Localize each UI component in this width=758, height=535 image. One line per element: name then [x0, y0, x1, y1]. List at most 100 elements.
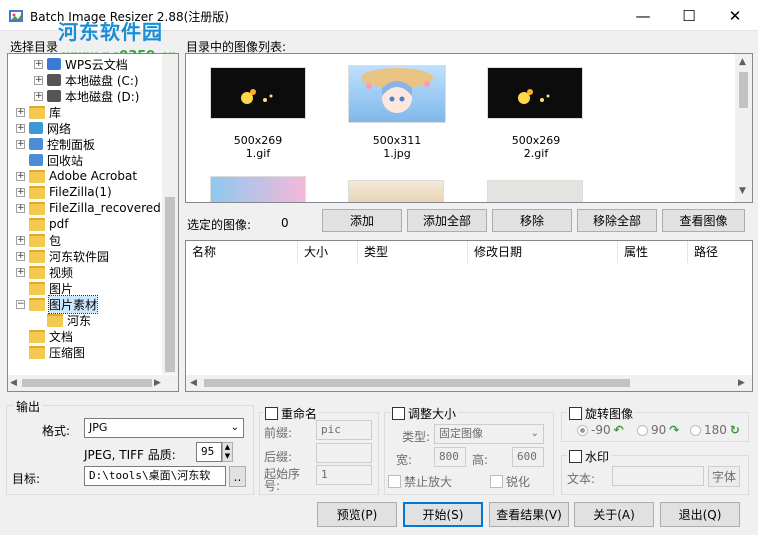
quality-stepper[interactable]: ▲ ▼: [222, 442, 233, 462]
expand-icon[interactable]: +: [16, 267, 25, 277]
rotate-checkbox[interactable]: 旋转图像: [567, 405, 636, 422]
tree-item[interactable]: + 库: [16, 104, 61, 120]
close-button[interactable]: ✕: [712, 0, 758, 31]
watermark-text-input[interactable]: [612, 466, 704, 486]
tree-item[interactable]: + 视频: [16, 264, 73, 280]
start-button[interactable]: 开始(S): [403, 502, 483, 527]
expand-icon[interactable]: +: [34, 59, 43, 69]
tree-item[interactable]: +文档: [16, 328, 73, 344]
rotate-180-radio[interactable]: 180 ↻: [690, 423, 740, 437]
tree-item[interactable]: +pdf: [16, 216, 68, 232]
expand-icon[interactable]: +: [16, 123, 25, 133]
expand-icon[interactable]: +: [16, 139, 25, 149]
folder-icon: [29, 297, 45, 311]
tree-hscroll[interactable]: ◀ ▶: [8, 375, 178, 391]
tree-vscroll[interactable]: [162, 54, 178, 374]
expand-icon[interactable]: +: [16, 251, 25, 261]
tree-item[interactable]: + Adobe Acrobat: [16, 168, 137, 184]
remove-all-button[interactable]: 移除全部: [577, 209, 657, 232]
directory-tree[interactable]: +WPS云文档+本地磁盘 (C:)+本地磁盘 (D:)+库+网络+控制面板+回收…: [7, 53, 179, 392]
preview-button[interactable]: 预览(P): [317, 502, 397, 527]
tree-item[interactable]: +回收站: [16, 152, 83, 168]
tree-item[interactable]: + 本地磁盘 (D:): [34, 88, 139, 104]
tree-item[interactable]: +压缩图: [16, 344, 85, 360]
column-attributes[interactable]: 属性: [618, 241, 688, 263]
tree-hscroll-thumb[interactable]: [22, 379, 152, 387]
tree-item[interactable]: +河东: [34, 312, 91, 328]
suffix-input[interactable]: [316, 443, 372, 463]
add-button[interactable]: 添加: [322, 209, 402, 232]
expand-icon[interactable]: −: [16, 299, 25, 309]
view-image-button[interactable]: 查看图像: [662, 209, 745, 232]
thumbnail-5[interactable]: [348, 180, 444, 202]
folder-icon: [29, 217, 45, 231]
thumbnail-3[interactable]: [487, 67, 583, 119]
tree-item[interactable]: + 河东软件园: [16, 248, 109, 264]
quality-input[interactable]: 95: [196, 442, 222, 462]
column-path[interactable]: 路径: [688, 241, 752, 263]
column-type[interactable]: 类型: [358, 241, 468, 263]
exit-button[interactable]: 退出(Q): [660, 502, 740, 527]
expand-icon[interactable]: +: [16, 107, 25, 117]
height-input[interactable]: 600: [512, 447, 544, 467]
selected-images-table[interactable]: 名称 大小 类型 修改日期 属性 路径 ◀ ▶: [185, 240, 753, 392]
browse-button[interactable]: ..: [229, 466, 246, 487]
rotate-check-icon[interactable]: [569, 407, 582, 420]
tree-item[interactable]: + FileZilla(1): [16, 184, 112, 200]
table-hscroll[interactable]: ◀ ▶: [186, 375, 752, 391]
tree-item[interactable]: + 包: [16, 232, 61, 248]
prefix-input[interactable]: pic: [316, 420, 372, 440]
chevron-down-icon: ⌄: [230, 422, 239, 433]
thumbnail-1[interactable]: [210, 67, 306, 119]
rotate-90-radio[interactable]: 90 ↷: [637, 423, 679, 437]
expand-icon[interactable]: +: [16, 171, 25, 181]
column-modified[interactable]: 修改日期: [468, 241, 618, 263]
tree-item[interactable]: + 本地磁盘 (C:): [34, 72, 139, 88]
tree-item[interactable]: +图片: [16, 280, 73, 296]
resize-type-select[interactable]: 固定图像 ⌄: [434, 424, 544, 444]
tree-item[interactable]: − 图片素材: [16, 294, 99, 314]
start-number-label: 起始序号:: [264, 467, 301, 493]
thumbnail-4[interactable]: [210, 176, 306, 202]
tree-item[interactable]: + 网络: [16, 120, 71, 136]
format-select[interactable]: JPG ⌄: [84, 418, 244, 438]
no-enlarge-checkbox[interactable]: 禁止放大: [388, 473, 452, 490]
resize-checkbox[interactable]: 调整大小: [390, 405, 459, 422]
table-hscroll-thumb[interactable]: [204, 379, 630, 387]
resize-check-icon[interactable]: [392, 407, 405, 420]
watermark-checkbox[interactable]: 水印: [567, 448, 612, 465]
tree-item[interactable]: + WPS云文档: [34, 56, 128, 72]
expand-icon[interactable]: +: [16, 187, 25, 197]
rotate-minus90-radio[interactable]: -90 ↶: [577, 423, 624, 437]
watermark-check-icon[interactable]: [569, 450, 582, 463]
rename-check-icon[interactable]: [265, 407, 278, 420]
images-vscroll[interactable]: ▲ ▼: [735, 54, 752, 202]
tree-item[interactable]: + FileZilla_recovered: [16, 200, 161, 216]
rotate-right-icon: ↷: [669, 423, 680, 437]
target-path-input[interactable]: D:\tools\桌面\河东软: [84, 466, 226, 486]
tree-vscroll-thumb[interactable]: [165, 197, 175, 372]
font-button[interactable]: 字体: [708, 466, 740, 487]
maximize-button[interactable]: ☐: [666, 0, 712, 31]
about-button[interactable]: 关于(A): [574, 502, 654, 527]
minimize-button[interactable]: —: [620, 0, 666, 31]
add-all-button[interactable]: 添加全部: [407, 209, 487, 232]
expand-icon[interactable]: +: [34, 75, 43, 85]
images-vscroll-thumb[interactable]: [739, 72, 748, 108]
folder-icon: [29, 249, 45, 263]
sharpen-checkbox[interactable]: 锐化: [490, 473, 530, 490]
expand-icon[interactable]: +: [16, 203, 25, 213]
image-thumbnail-list[interactable]: 500x269 1.gif 500x311 1.jpg 500x269 2.gi…: [185, 53, 753, 203]
expand-icon[interactable]: +: [16, 235, 25, 245]
tree-item[interactable]: + 控制面板: [16, 136, 95, 152]
column-size[interactable]: 大小: [298, 241, 358, 263]
thumbnail-6[interactable]: [487, 180, 583, 202]
width-input[interactable]: 800: [434, 447, 466, 467]
thumbnail-2[interactable]: [348, 65, 446, 123]
view-result-button[interactable]: 查看结果(V): [489, 502, 569, 527]
column-name[interactable]: 名称: [186, 241, 298, 263]
remove-button[interactable]: 移除: [492, 209, 572, 232]
rename-checkbox[interactable]: 重命名: [263, 405, 320, 422]
start-number-input[interactable]: 1: [316, 465, 372, 485]
expand-icon[interactable]: +: [34, 91, 43, 101]
